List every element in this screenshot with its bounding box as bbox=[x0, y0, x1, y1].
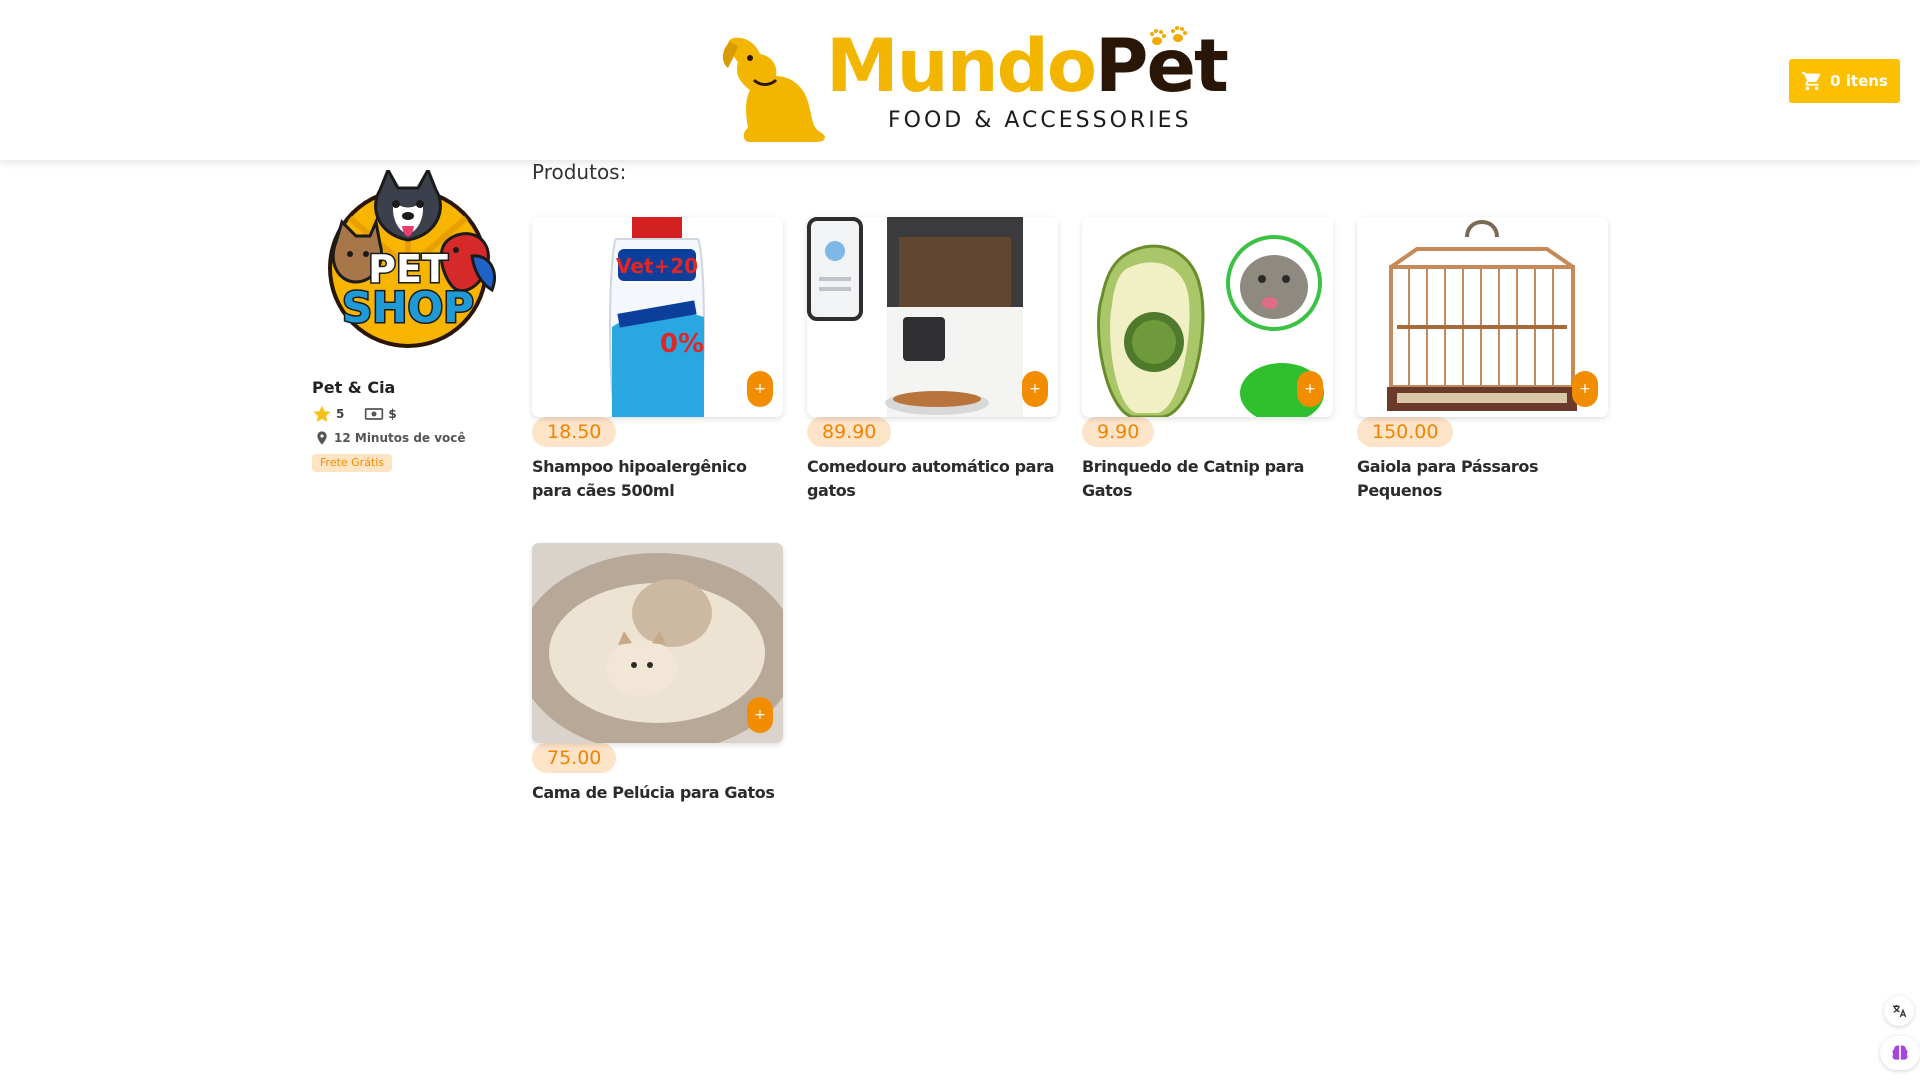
store-rating: 5 bbox=[336, 407, 345, 421]
translate-icon bbox=[1893, 1005, 1907, 1018]
svg-text:Vet+20: Vet+20 bbox=[616, 254, 698, 278]
product-image-feeder[interactable]: + bbox=[807, 217, 1058, 417]
product-image-cat-bed[interactable]: + bbox=[532, 543, 783, 743]
store-logo-text-bottom: SHOP bbox=[342, 283, 474, 332]
brand-primary: Mundo bbox=[826, 24, 1097, 109]
free-shipping-badge: Frete Grátis bbox=[312, 454, 393, 472]
product-card[interactable]: + 9.90 Brinquedo de Catnip para Gatos bbox=[1082, 217, 1333, 503]
ai-assistant-button[interactable] bbox=[1880, 1036, 1920, 1070]
store-distance: 12 Minutos de você bbox=[334, 431, 466, 445]
star-icon bbox=[313, 405, 331, 422]
money-icon bbox=[365, 408, 384, 420]
svg-text:0%: 0% bbox=[660, 329, 704, 359]
cart-label: 0 itens bbox=[1830, 72, 1888, 90]
translate-button[interactable] bbox=[1884, 996, 1914, 1026]
product-price: 89.90 bbox=[807, 417, 892, 447]
brain-icon bbox=[1892, 1045, 1908, 1060]
product-name[interactable]: Shampoo hipoalergênico para cães 500ml bbox=[532, 455, 783, 503]
product-card[interactable]: + 150.00 Gaiola para Pássaros Pequenos bbox=[1357, 217, 1608, 503]
add-to-cart-button[interactable]: + bbox=[1572, 371, 1598, 407]
brand-tagline: FOOD & ACCESSORIES bbox=[888, 108, 1192, 133]
add-to-cart-button[interactable]: + bbox=[747, 697, 773, 733]
product-name[interactable]: Cama de Pelúcia para Gatos bbox=[532, 781, 783, 805]
mundopet-logo[interactable]: MundoPet FOOD & ACCESSORIES bbox=[720, 24, 1229, 142]
store-distance-row: 12 Minutos de você bbox=[314, 428, 466, 448]
add-to-cart-button[interactable]: + bbox=[747, 371, 773, 407]
product-price: 75.00 bbox=[532, 743, 617, 773]
products-title: Produtos: bbox=[532, 160, 627, 184]
add-to-cart-button[interactable]: + bbox=[1022, 371, 1048, 407]
store-price-level: $ bbox=[388, 407, 397, 421]
product-name[interactable]: Gaiola para Pássaros Pequenos bbox=[1357, 455, 1608, 503]
plush-cat-bed-image bbox=[532, 543, 783, 743]
add-to-cart-button[interactable]: + bbox=[1297, 371, 1323, 407]
product-price: 150.00 bbox=[1357, 417, 1454, 447]
store-logo[interactable]: PET SHOP bbox=[316, 170, 500, 348]
product-card[interactable]: + 89.90 Comedouro automático para gatos bbox=[807, 217, 1058, 503]
store-meta: 5 $ bbox=[312, 404, 397, 424]
dog-icon bbox=[722, 37, 825, 142]
product-image-catnip[interactable]: + bbox=[1082, 217, 1333, 417]
product-name[interactable]: Brinquedo de Catnip para Gatos bbox=[1082, 455, 1333, 503]
product-price: 18.50 bbox=[532, 417, 617, 447]
top-header: MundoPet FOOD & ACCESSORIES 0 itens bbox=[0, 0, 1920, 160]
product-price: 9.90 bbox=[1082, 417, 1155, 447]
product-card[interactable]: Vet+20 0% + 18.50 Shampoo hipoalergênico… bbox=[532, 217, 783, 503]
product-image-cage[interactable]: + bbox=[1357, 217, 1608, 417]
product-card[interactable]: + 75.00 Cama de Pelúcia para Gatos bbox=[532, 543, 783, 805]
location-pin-icon bbox=[317, 431, 327, 445]
shopping-cart-icon bbox=[1802, 71, 1821, 91]
paw-prints-icon bbox=[1150, 26, 1187, 45]
cart-button[interactable]: 0 itens bbox=[1789, 59, 1900, 103]
store-name: Pet & Cia bbox=[312, 378, 396, 397]
product-image-shampoo[interactable]: Vet+20 0% + bbox=[532, 217, 783, 417]
shampoo-bottle-image: Vet+20 0% bbox=[609, 217, 705, 417]
automatic-feeder-image bbox=[807, 217, 1023, 417]
product-name[interactable]: Comedouro automático para gatos bbox=[807, 455, 1058, 503]
catnip-toy-image bbox=[1097, 235, 1324, 417]
bird-cage-image bbox=[1387, 220, 1577, 411]
